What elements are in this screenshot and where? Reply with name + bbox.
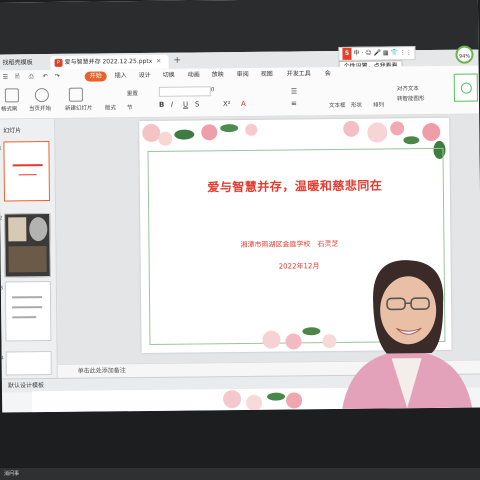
ime-emoji-icon[interactable]: ☺ xyxy=(365,50,371,57)
menu-animation[interactable]: 动画 xyxy=(188,68,200,82)
tab-template[interactable]: 找稻壳模板 xyxy=(0,56,51,71)
tab-presentation-label: 爱与智慧并存 2022.12.25.pptx xyxy=(64,57,153,66)
arrange-label[interactable]: 排列 xyxy=(373,100,384,108)
align-text-label[interactable]: 对齐文本 xyxy=(397,84,419,92)
ime-skin-icon[interactable]: 👕 xyxy=(390,49,398,56)
menu-save-icon[interactable]: 🗎 xyxy=(15,70,20,84)
new-slide-label: 新建幻灯片 xyxy=(65,105,93,112)
font-size-value[interactable]: 0 xyxy=(211,87,215,93)
menu-slideshow[interactable]: 放映 xyxy=(212,68,224,82)
thumb-number: 4 xyxy=(0,355,4,362)
layout-label[interactable]: 版式 xyxy=(105,103,116,111)
os-taskbar: 消问事 xyxy=(0,468,480,480)
slide-thumbnail-2[interactable] xyxy=(4,212,51,278)
thumb-number: 1 xyxy=(0,145,2,152)
format-painter-label: 格式刷 xyxy=(1,106,18,113)
menu-undo-icon[interactable]: ↶ xyxy=(43,70,48,84)
convert-smartart-label[interactable]: 转智能图形 xyxy=(397,94,425,102)
slide-thumbnail-4[interactable] xyxy=(5,350,52,376)
menu-view[interactable]: 视图 xyxy=(261,68,273,82)
font-color-icon[interactable]: A xyxy=(241,100,246,108)
thumb-text-line xyxy=(12,316,37,319)
menu-insert[interactable]: 插入 xyxy=(115,69,127,83)
thumb-title-line xyxy=(12,164,43,167)
underline-icon[interactable]: U xyxy=(183,101,188,109)
menu-home[interactable]: 开始 xyxy=(84,71,107,82)
textbox-label[interactable]: 文本框 xyxy=(329,101,346,109)
thumb-number: 3 xyxy=(0,285,4,292)
menu-print-icon[interactable]: ⎙ xyxy=(29,70,34,84)
new-slide-icon[interactable] xyxy=(68,87,83,102)
cpu-badge: 94% xyxy=(455,45,474,64)
laptop-screen: 找稻壳模板 P 爱与智慧并存 2022.12.25.pptx ✕ + S中 · ☺ … xyxy=(0,0,480,413)
menu-review[interactable]: 审阅 xyxy=(237,68,249,82)
italic-icon[interactable]: I xyxy=(171,101,173,109)
superscript-icon[interactable]: X² xyxy=(223,100,231,108)
taskbar-left-text: 消问事 xyxy=(4,471,20,477)
menu-hamburger-icon[interactable]: ☰ xyxy=(3,70,9,84)
webcam-overlay xyxy=(342,260,473,409)
bullets-icon[interactable]: ☰ xyxy=(291,87,297,95)
slide-title[interactable]: 爱与智慧并存，温暖和慈悲同在 xyxy=(140,176,450,196)
thumb-text-line xyxy=(12,306,43,309)
thumb-text-line xyxy=(11,296,43,299)
slide-school[interactable]: 湘潭市雨湖区金庭学校 石灵芝 xyxy=(240,239,338,250)
align-left-icon[interactable]: ≡ xyxy=(291,99,297,107)
play-from-current-label: 当页开始 xyxy=(29,105,52,113)
font-name-box[interactable] xyxy=(158,86,211,97)
shape-label[interactable]: 形状 xyxy=(351,101,362,109)
ribbon-toolbar: 格式刷 当页开始 新建幻灯片 版式 节 重置 0 B I U S X² A ☰ … xyxy=(0,79,480,120)
play-icon[interactable] xyxy=(34,87,49,103)
bold-icon[interactable]: B xyxy=(159,101,164,109)
menu-developer[interactable]: 开发工具 xyxy=(287,67,311,81)
sogou-icon: S xyxy=(342,47,352,60)
thumb-photo xyxy=(8,246,47,273)
menu-redo-icon[interactable]: ↷ xyxy=(55,70,60,84)
add-tab-icon[interactable]: + xyxy=(173,53,181,69)
thumb-number: 2 xyxy=(0,215,3,222)
section-label[interactable]: 节 xyxy=(127,103,133,111)
ime-toolbar[interactable]: S中 · ☺ 🎤 ▦ 👕 ⋮⋮ xyxy=(338,46,416,61)
ime-punct-icon[interactable]: · xyxy=(361,50,363,57)
thumb-subtitle-line xyxy=(18,174,37,176)
slide-thumbnail-3[interactable] xyxy=(4,280,52,342)
thumb-photo xyxy=(29,217,48,242)
slides-tab[interactable]: 幻灯片 xyxy=(3,125,21,134)
slide-thumbnail-1[interactable] xyxy=(3,140,50,202)
thumb-photo xyxy=(8,217,27,242)
slide-thumbnail-pane: 幻灯片 1 2 3 4 xyxy=(0,118,58,380)
format-painter-icon[interactable] xyxy=(4,88,19,103)
ime-grid-icon[interactable]: ⋮⋮ xyxy=(400,49,412,56)
ime-mic-icon[interactable]: 🎤 xyxy=(373,50,381,57)
side-widget[interactable] xyxy=(453,73,478,102)
tab-presentation[interactable]: P 爱与智慧并存 2022.12.25.pptx ✕ xyxy=(50,54,169,70)
tab-template-label: 找稻壳模板 xyxy=(2,59,33,67)
close-tab-icon[interactable]: ✕ xyxy=(156,55,161,69)
menu-transition[interactable]: 切换 xyxy=(163,69,175,83)
widget-icon xyxy=(460,82,472,94)
slide-date[interactable]: 2022年12月 xyxy=(279,261,320,271)
menu-more[interactable]: 会 xyxy=(325,67,331,81)
reset-label[interactable]: 重置 xyxy=(127,89,138,97)
strikethrough-icon[interactable]: S xyxy=(195,100,200,108)
ime-keyboard-icon[interactable]: ▦ xyxy=(383,49,389,56)
menu-design[interactable]: 设计 xyxy=(139,69,151,83)
wps-presentation-icon: P xyxy=(54,58,63,67)
ime-mode: 中 xyxy=(353,49,360,57)
